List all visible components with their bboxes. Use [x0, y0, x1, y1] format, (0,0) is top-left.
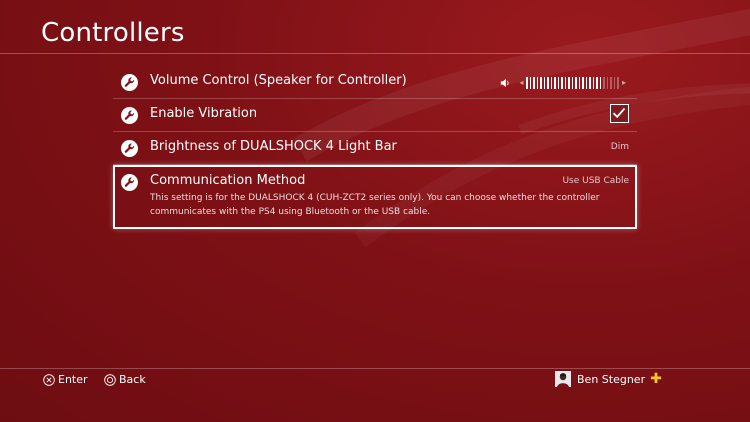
- wrench-icon: [121, 174, 138, 191]
- volume-bar: [613, 76, 616, 89]
- volume-bar: [533, 76, 535, 89]
- checkmark-icon: [612, 107, 626, 119]
- volume-bar: [540, 76, 542, 89]
- setting-value: Use USB Cable: [562, 176, 629, 186]
- volume-bar: [592, 76, 595, 89]
- volume-bar: [568, 76, 570, 89]
- volume-level-bars: [526, 76, 619, 89]
- volume-bar: [547, 76, 549, 89]
- volume-bar: [585, 76, 588, 89]
- setting-volume-control[interactable]: Volume Control (Speaker for Controller) …: [113, 66, 637, 99]
- volume-slider[interactable]: ◂ ▸: [500, 75, 629, 90]
- settings-list: Volume Control (Speaker for Controller) …: [113, 66, 637, 229]
- setting-label: Communication Method: [150, 173, 306, 188]
- back-label: Back: [119, 373, 146, 386]
- footer-divider: [0, 368, 750, 369]
- cross-button-icon: [43, 373, 55, 386]
- plus-icon: ✚: [650, 371, 662, 387]
- volume-bar: [557, 76, 560, 89]
- volume-bar: [610, 76, 612, 89]
- setting-enable-vibration[interactable]: Enable Vibration: [113, 99, 637, 132]
- user-name: Ben Stegner: [577, 372, 646, 386]
- setting-label: Brightness of DUALSHOCK 4 Light Bar: [150, 139, 397, 154]
- volume-bar: [589, 76, 591, 89]
- vibration-checkbox[interactable]: [610, 104, 629, 123]
- user-profile: Ben Stegner ✚: [555, 371, 662, 387]
- volume-bar: [578, 76, 581, 89]
- setting-description: This setting is for the DUALSHOCK 4 (CUH…: [150, 193, 600, 217]
- enter-button-hint[interactable]: Enter: [43, 373, 88, 386]
- volume-decrease-arrow[interactable]: ◂: [519, 78, 523, 87]
- volume-bar: [554, 76, 556, 89]
- volume-bar: [582, 76, 584, 89]
- volume-bar: [596, 76, 598, 89]
- speaker-icon: [501, 78, 510, 87]
- setting-value: Dim: [610, 142, 629, 152]
- setting-communication-method[interactable]: Communication Method Use USB Cable This …: [113, 165, 637, 229]
- volume-bar: [575, 76, 577, 89]
- volume-bar: [571, 76, 574, 89]
- back-button-hint[interactable]: Back: [104, 373, 146, 386]
- wrench-icon: [121, 140, 138, 157]
- volume-bar: [543, 76, 546, 89]
- setting-label: Enable Vibration: [150, 106, 258, 121]
- volume-bar: [536, 76, 539, 89]
- wrench-icon: [121, 107, 138, 124]
- volume-bar: [561, 76, 563, 89]
- volume-bar: [617, 76, 619, 89]
- enter-label: Enter: [58, 373, 88, 386]
- volume-bar: [603, 76, 605, 89]
- volume-bar: [526, 76, 528, 89]
- volume-bar: [606, 76, 609, 89]
- volume-bar: [529, 76, 532, 89]
- setting-light-bar-brightness[interactable]: Brightness of DUALSHOCK 4 Light Bar Dim: [113, 132, 637, 165]
- volume-bar: [599, 76, 602, 89]
- volume-increase-arrow[interactable]: ▸: [622, 78, 626, 87]
- avatar: [555, 371, 571, 387]
- page-title: Controllers: [41, 18, 185, 48]
- setting-label: Volume Control (Speaker for Controller): [150, 73, 407, 88]
- header-divider: [0, 53, 750, 54]
- volume-bar: [550, 76, 553, 89]
- volume-bar: [564, 76, 567, 89]
- wrench-icon: [121, 74, 138, 91]
- circle-button-icon: [104, 373, 116, 386]
